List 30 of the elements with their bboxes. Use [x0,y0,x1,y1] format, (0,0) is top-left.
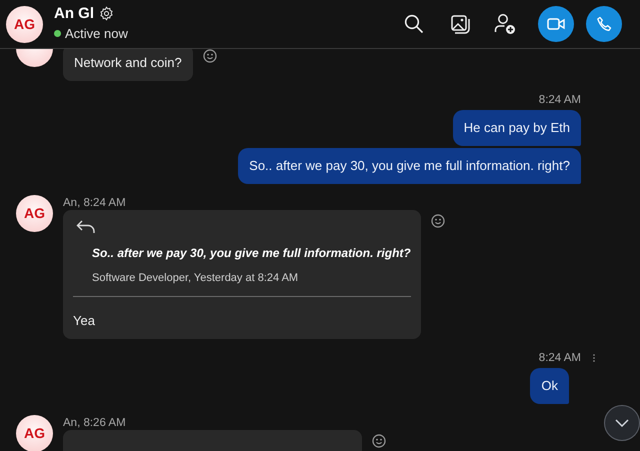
smiley-icon[interactable] [430,214,445,228]
voice-call-button[interactable] [586,6,622,42]
message-text: Network and coin? [74,55,182,71]
settings-icon[interactable] [99,6,114,22]
message-time: 8:24 AM [538,93,581,107]
message-text: Yea [73,312,96,328]
reply-icon [76,220,96,234]
avatar: AG [16,414,53,451]
avatar: AG [6,6,43,42]
quoted-message: So.. after we pay 30, you give me full information. right? [92,245,411,262]
phone-icon [596,16,612,32]
message-time: 8:24 AM [538,350,581,364]
message-bubble: He can pay by Eth [452,110,581,146]
gallery-icon[interactable] [450,14,470,34]
message-bubble: So.. after we pay 30, you give me full information. right? [238,148,581,184]
video-camera-icon [547,17,565,31]
sender-time: An, 8:26 AM [63,416,127,430]
contact-name: An Gl [54,4,94,23]
chevron-down-icon [615,419,629,427]
sender-time: An, 8:24 AM [63,196,127,210]
video-call-button[interactable] [538,6,574,42]
smiley-icon[interactable] [372,434,386,448]
status-text: Active now [65,24,128,43]
message-bubble: Ok [530,368,569,404]
add-person-icon[interactable] [494,13,516,35]
search-icon[interactable] [404,14,424,34]
smiley-icon[interactable] [202,49,217,63]
quote-source: Software Developer, Yesterday at 8:24 AM [92,271,300,286]
scroll-down-button[interactable] [604,405,640,441]
avatar: AG [16,195,53,232]
